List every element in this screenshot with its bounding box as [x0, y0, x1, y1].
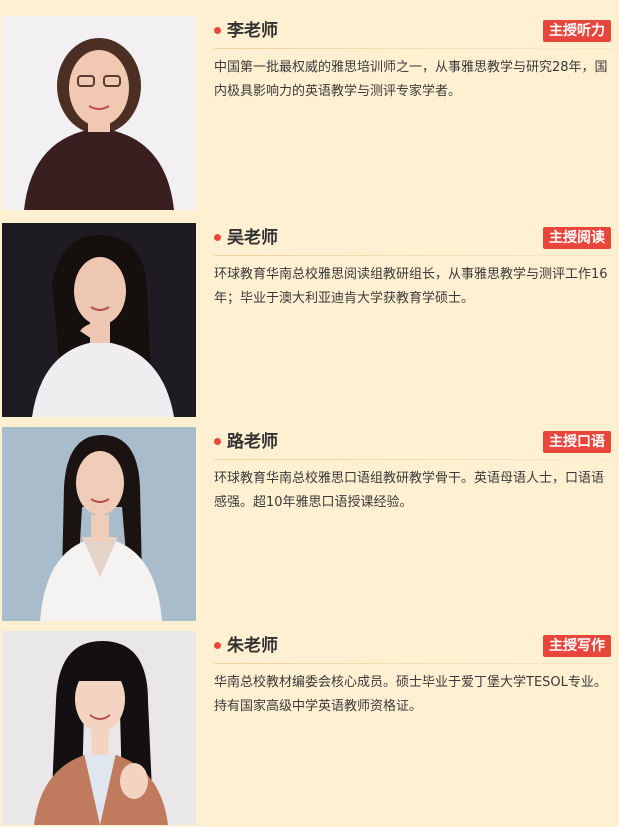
- portrait-image: [2, 631, 196, 825]
- hand: [120, 763, 148, 799]
- subject-badge: 主授口语: [543, 431, 611, 453]
- teacher-name: 朱老师: [227, 636, 278, 656]
- face: [76, 451, 124, 515]
- subject-badge: 主授听力: [543, 20, 611, 42]
- divider: [214, 255, 614, 256]
- teacher-photo: [2, 223, 196, 417]
- teacher-name: 李老师: [227, 21, 278, 41]
- bangs: [74, 665, 126, 681]
- teacher-photo: [2, 16, 196, 210]
- name-row: 李老师 主授听力: [214, 20, 614, 42]
- bullet-dot-icon: [214, 27, 221, 34]
- name-row: 吴老师 主授阅读: [214, 227, 614, 249]
- teacher-card: 朱老师 主授写作 华南总校教材编委会核心成员。硕士毕业于爱丁堡大学TESOL专业…: [0, 631, 619, 827]
- subject-badge: 主授写作: [543, 635, 611, 657]
- subject-badge: 主授阅读: [543, 227, 611, 249]
- teacher-description: 中国第一批最权威的雅思培训师之一，从事雅思教学与研究28年，国内极具影响力的英语…: [214, 60, 608, 99]
- divider: [214, 48, 614, 49]
- divider: [214, 663, 614, 664]
- teacher-name: 路老师: [227, 432, 278, 452]
- portrait-image: [2, 223, 196, 417]
- teacher-photo: [2, 631, 196, 825]
- teacher-description: 华南总校教材编委会核心成员。硕士毕业于爱丁堡大学TESOL专业。持有国家高级中学…: [214, 675, 607, 714]
- divider: [214, 459, 614, 460]
- name-row: 朱老师 主授写作: [214, 635, 614, 657]
- portrait-image: [2, 16, 196, 210]
- neck: [91, 515, 109, 541]
- bullet-dot-icon: [214, 234, 221, 241]
- teacher-card: 路老师 主授口语 环球教育华南总校雅思口语组教研教学骨干。英语母语人士，口语语感…: [0, 427, 619, 623]
- teacher-list: 李老师 主授听力 中国第一批最权威的雅思培训师之一，从事雅思教学与研究28年，国…: [0, 0, 619, 827]
- face: [69, 50, 129, 126]
- teacher-photo: [2, 427, 196, 621]
- portrait-image: [2, 427, 196, 621]
- teacher-name: 吴老师: [227, 228, 278, 248]
- bullet-dot-icon: [214, 438, 221, 445]
- teacher-description: 环球教育华南总校雅思口语组教研教学骨干。英语母语人士，口语语感强。超10年雅思口…: [214, 471, 605, 510]
- name-row: 路老师 主授口语: [214, 431, 614, 453]
- face: [74, 257, 126, 325]
- teacher-description: 环球教育华南总校雅思阅读组教研组长，从事雅思教学与测评工作16年；毕业于澳大利亚…: [214, 267, 608, 306]
- bullet-dot-icon: [214, 642, 221, 649]
- teacher-card: 吴老师 主授阅读 环球教育华南总校雅思阅读组教研组长，从事雅思教学与测评工作16…: [0, 223, 619, 419]
- teacher-card: 李老师 主授听力 中国第一批最权威的雅思培训师之一，从事雅思教学与研究28年，国…: [0, 16, 619, 212]
